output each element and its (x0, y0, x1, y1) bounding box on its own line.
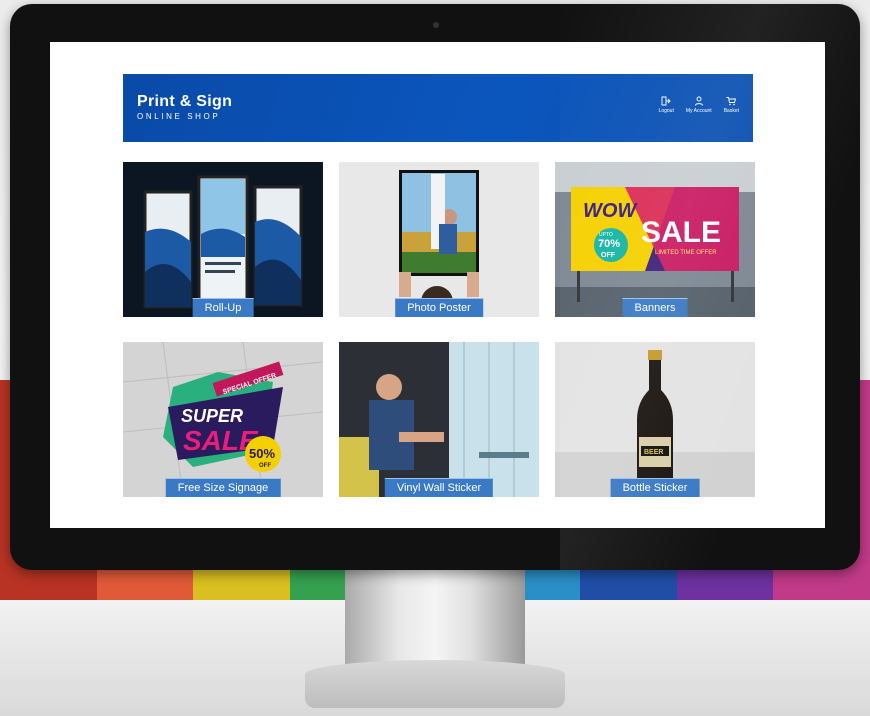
screen: Print & Sign ONLINE SHOP Logout My Accou… (50, 42, 825, 528)
banner-tagline-text: LIMITED TIME OFFER (655, 250, 717, 256)
product-tile-free-size-signage[interactable]: SPECIAL OFFER SUPER SALE 50% OFF Free Si… (123, 342, 323, 497)
basket-label: Basket (723, 108, 739, 114)
signage-pct-text: 50% (249, 446, 275, 461)
monitor: Print & Sign ONLINE SHOP Logout My Accou… (10, 4, 860, 570)
logout-icon (661, 96, 671, 106)
banner-sale-text: SALE (641, 216, 721, 249)
product-tile-vinyl-wall-sticker[interactable]: Vinyl Wall Sticker (339, 342, 539, 497)
banner-off-text: OFF (601, 252, 616, 259)
my-account-link[interactable]: My Account (686, 96, 712, 114)
banner-offer-text: 70% (598, 238, 620, 250)
banners-image: WOW SALE UPTO 70% OFF LIMITED TIME OFFER (555, 162, 755, 317)
brand-logo[interactable]: Print & Sign ONLINE SHOP (137, 93, 232, 122)
webcam (433, 22, 439, 28)
product-label: Vinyl Wall Sticker (384, 478, 494, 497)
my-account-label: My Account (685, 108, 712, 114)
roll-up-image (123, 162, 323, 317)
product-label: Free Size Signage (165, 478, 281, 497)
user-icon (694, 96, 703, 106)
free-size-signage-image: SPECIAL OFFER SUPER SALE 50% OFF (123, 342, 323, 497)
product-label: Bottle Sticker (610, 478, 700, 497)
banner-wow-text: WOW (583, 200, 638, 222)
product-tile-banners[interactable]: WOW SALE UPTO 70% OFF LIMITED TIME OFFER… (555, 162, 755, 317)
vinyl-wall-sticker-image (339, 342, 539, 497)
logout-label: Logout (658, 108, 674, 114)
product-tile-roll-up[interactable]: Roll-Up (123, 162, 323, 317)
signage-super-text: SUPER (181, 406, 243, 426)
banner-upto-text: UPTO (599, 232, 613, 238)
monitor-stand (345, 570, 525, 665)
product-tile-bottle-sticker[interactable]: BEER Bottle Sticker (555, 342, 755, 497)
bottle-label-text: BEER (644, 449, 663, 456)
basket-link[interactable]: Basket (724, 96, 739, 114)
product-label: Roll-Up (192, 298, 254, 317)
product-label: Photo Poster (395, 298, 483, 317)
logout-link[interactable]: Logout (659, 96, 674, 114)
cart-icon (726, 97, 737, 106)
brand-title: Print & Sign (137, 93, 233, 110)
header-nav: Logout My Account Basket (659, 96, 739, 114)
photo-poster-image (339, 162, 539, 317)
product-tile-photo-poster[interactable]: Photo Poster (339, 162, 539, 317)
site-header: Print & Sign ONLINE SHOP Logout My Accou… (123, 74, 753, 142)
brand-subtitle: ONLINE SHOP (137, 112, 221, 121)
signage-off-text: OFF (259, 463, 271, 469)
bottle-sticker-image: BEER (555, 342, 755, 497)
product-label: Banners (622, 298, 688, 317)
monitor-base (305, 660, 565, 708)
